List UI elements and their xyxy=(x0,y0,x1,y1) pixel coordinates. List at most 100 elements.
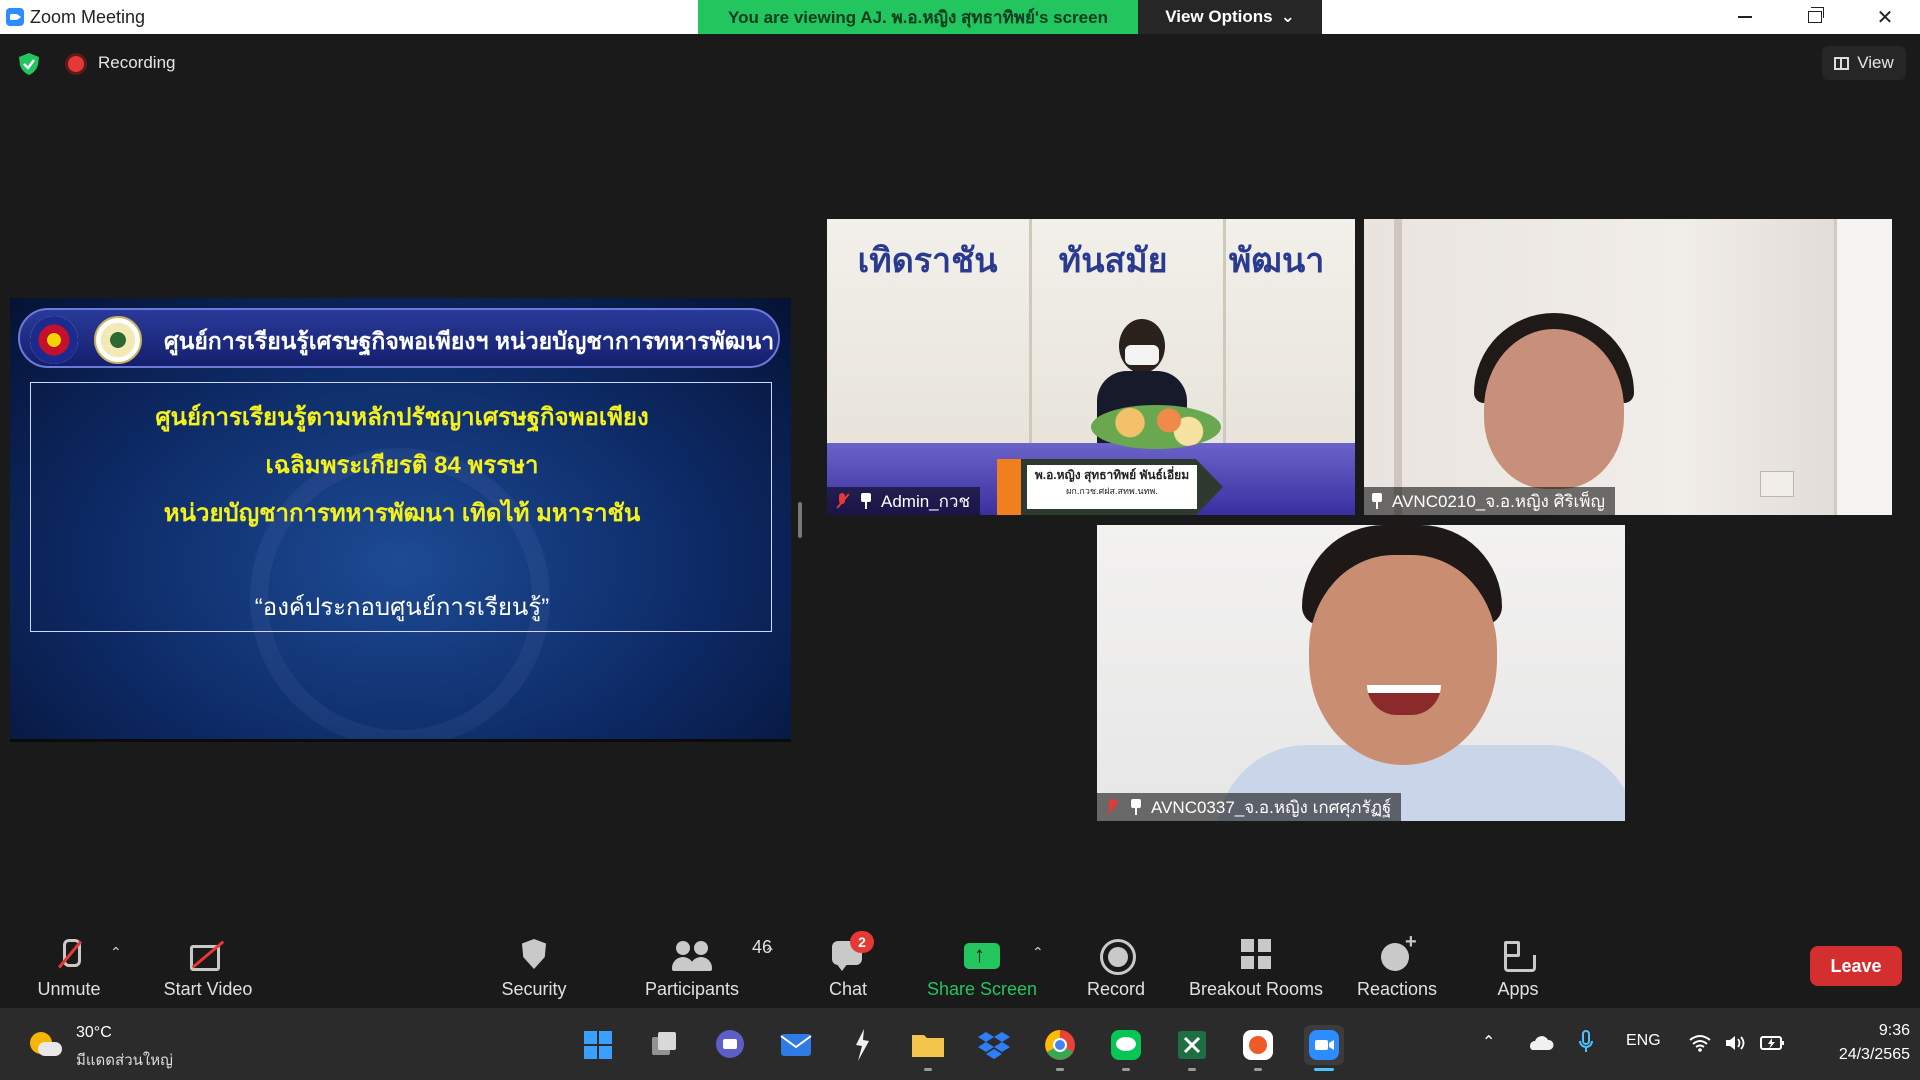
task-view-icon xyxy=(652,1032,676,1055)
excel-icon xyxy=(1178,1031,1206,1059)
participant-name-label: AVNC0210_จ.อ.หญิง ศิริเพ็ญ xyxy=(1364,487,1615,515)
wall-outlet xyxy=(1760,471,1794,497)
taskbar-clock-date[interactable]: 24/3/2565 xyxy=(1800,1046,1910,1064)
file-explorer-app[interactable] xyxy=(908,1025,948,1071)
pin-icon xyxy=(859,492,873,510)
share-options-caret[interactable]: ⌃ xyxy=(1032,944,1044,961)
banner-word: เทิดราชัน xyxy=(857,242,998,280)
teams-chat-app[interactable] xyxy=(710,1025,750,1065)
view-options-button[interactable]: View Options ⌄ xyxy=(1138,0,1322,34)
start-button[interactable] xyxy=(578,1025,618,1065)
apps-button[interactable]: Apps xyxy=(1478,930,1558,1000)
microphone-muted-icon xyxy=(49,937,89,973)
muted-mic-icon xyxy=(833,492,851,510)
breakout-rooms-icon xyxy=(1236,937,1276,973)
taskbar-clock-time[interactable]: 9:36 xyxy=(1840,1022,1910,1040)
wifi-icon[interactable] xyxy=(1688,1034,1712,1052)
participants-button[interactable]: 46 Participants xyxy=(636,930,772,1000)
participant-name: AVNC0210_จ.อ.หญิง ศิริเพ็ญ xyxy=(1392,491,1605,511)
record-button[interactable]: Record xyxy=(1076,930,1156,1000)
weather-temperature[interactable]: 30°C xyxy=(76,1024,112,1042)
minimize-icon xyxy=(1738,16,1752,18)
view-button[interactable]: View xyxy=(1822,46,1906,80)
running-indicator xyxy=(924,1068,932,1071)
meeting-toolbar: Unmute ⌃ Start Video Security 46 Partici… xyxy=(0,922,1920,1008)
restore-icon xyxy=(1808,7,1824,23)
chat-button[interactable]: 2 Chat xyxy=(808,930,888,1000)
photos-app[interactable] xyxy=(1238,1025,1278,1071)
slide-line-3: หน่วยบัญชาการทหารพัฒนา เทิดไท้ มหาราชัน xyxy=(163,500,641,527)
zoom-taskbar-app[interactable] xyxy=(1304,1025,1344,1071)
video-tile-avnc0210[interactable]: AVNC0210_จ.อ.หญิง ศิริเพ็ญ xyxy=(1364,219,1892,515)
start-video-button[interactable]: Start Video xyxy=(156,930,260,1000)
window-title: Zoom Meeting xyxy=(30,7,146,27)
battery-charging-icon[interactable] xyxy=(1760,1034,1786,1052)
recording-indicator-icon xyxy=(68,56,84,72)
zoom-icon xyxy=(1309,1030,1339,1060)
room-banner: เทิดราชัน ทันสมัย พัฒนา xyxy=(827,233,1355,287)
tray-overflow-caret[interactable]: ⌃ xyxy=(1482,1032,1495,1052)
weather-description[interactable]: มีแดดส่วนใหญ่ xyxy=(76,1048,173,1072)
leave-button[interactable]: Leave xyxy=(1810,946,1902,986)
flower-arrangement xyxy=(1091,405,1221,449)
close-button[interactable]: ✕ xyxy=(1850,0,1920,34)
zoom-app-icon xyxy=(6,8,24,26)
video-tile-avnc0337[interactable]: AVNC0337_จ.อ.หญิง เกศศุภรัฏฐ์ xyxy=(1097,525,1625,821)
pen-app[interactable] xyxy=(842,1025,882,1065)
reactions-label: Reactions xyxy=(1356,979,1438,999)
chat-icon: 2 xyxy=(828,931,874,973)
task-view-button[interactable] xyxy=(644,1025,684,1065)
slide-logo-left xyxy=(30,316,78,364)
shield-icon xyxy=(521,937,547,973)
presenter-nameplate: พ.อ.หญิง สุทธาทิพย์ พันธ์เอี่ยม ผก.กวช.ศ… xyxy=(997,459,1223,515)
room-door xyxy=(1834,219,1892,515)
line-app[interactable] xyxy=(1106,1025,1146,1071)
chrome-app[interactable] xyxy=(1040,1025,1080,1071)
security-button[interactable]: Security xyxy=(486,930,582,1000)
speaker-icon[interactable] xyxy=(1724,1034,1748,1052)
nameplate-sub-text: ผก.กวช.ศฝส.สทพ.นทพ. xyxy=(1066,486,1158,496)
participant-name-label: AVNC0337_จ.อ.หญิง เกศศุภรัฏฐ์ xyxy=(1097,793,1402,821)
restore-button[interactable] xyxy=(1780,0,1850,34)
slide-header-text: ศูนย์การเรียนรู้เศรษฐกิจพอเพียงฯ หน่วยบั… xyxy=(164,328,775,354)
nameplate-main-text: พ.อ.หญิง สุทธาทิพย์ พันธ์เอี่ยม xyxy=(1034,468,1190,482)
audio-options-caret[interactable]: ⌃ xyxy=(110,944,122,961)
participants-options-caret[interactable]: ⌃ xyxy=(764,944,776,961)
participant-name: AVNC0337_จ.อ.หญิง เกศศุภรัฏฐ์ xyxy=(1151,797,1392,817)
video-off-icon xyxy=(188,937,228,973)
share-screen-button[interactable]: Share Screen xyxy=(924,930,1040,1000)
grid-view-icon xyxy=(1834,56,1850,70)
record-label: Record xyxy=(1086,979,1146,999)
split-divider-handle[interactable] xyxy=(798,502,802,538)
dropbox-app[interactable] xyxy=(974,1025,1014,1065)
start-video-label: Start Video xyxy=(163,979,253,999)
share-screen-icon xyxy=(962,937,1002,973)
folder-icon xyxy=(912,1035,944,1057)
shared-screen[interactable]: ศูนย์การเรียนรู้เศรษฐกิจพอเพียงฯ หน่วยบั… xyxy=(10,298,791,742)
security-label: Security xyxy=(501,979,567,999)
slide-line-1: ศูนย์การเรียนรู้ตามหลักปรัชญาเศรษฐกิจพอเ… xyxy=(155,404,649,431)
mail-app[interactable] xyxy=(776,1025,816,1065)
microphone-tray-icon[interactable] xyxy=(1578,1030,1594,1054)
unmute-button[interactable]: Unmute xyxy=(24,930,114,1000)
input-language-indicator[interactable]: ENG xyxy=(1626,1032,1661,1050)
mail-icon xyxy=(780,1034,812,1056)
reactions-button[interactable]: Reactions xyxy=(1352,930,1442,1000)
breakout-rooms-label: Breakout Rooms xyxy=(1188,979,1324,999)
minimize-button[interactable] xyxy=(1710,0,1780,34)
onedrive-cloud-icon[interactable] xyxy=(1526,1034,1554,1052)
chevron-down-icon: ⌄ xyxy=(1280,7,1295,26)
shield-check-icon[interactable] xyxy=(18,52,40,76)
share-screen-label: Share Screen xyxy=(926,979,1038,999)
dropbox-icon xyxy=(978,1032,1010,1059)
excel-app[interactable] xyxy=(1172,1025,1212,1071)
partly-sunny-icon[interactable] xyxy=(30,1032,62,1058)
running-indicator xyxy=(1188,1068,1196,1071)
breakout-rooms-button[interactable]: Breakout Rooms xyxy=(1182,930,1330,1000)
pin-icon xyxy=(1129,798,1143,816)
viewing-screen-banner: You are viewing AJ. พ.อ.หญิง สุทธาทิพย์'… xyxy=(698,0,1138,34)
active-indicator xyxy=(1314,1068,1334,1071)
banner-word: ทันสมัย xyxy=(1058,242,1168,280)
video-tile-admin[interactable]: เทิดราชัน ทันสมัย พัฒนา พ.อ.หญิง สุทธาทิ… xyxy=(827,219,1355,515)
slide-line-2: เฉลิมพระเกียรติ 84 พรรษา xyxy=(265,452,539,479)
